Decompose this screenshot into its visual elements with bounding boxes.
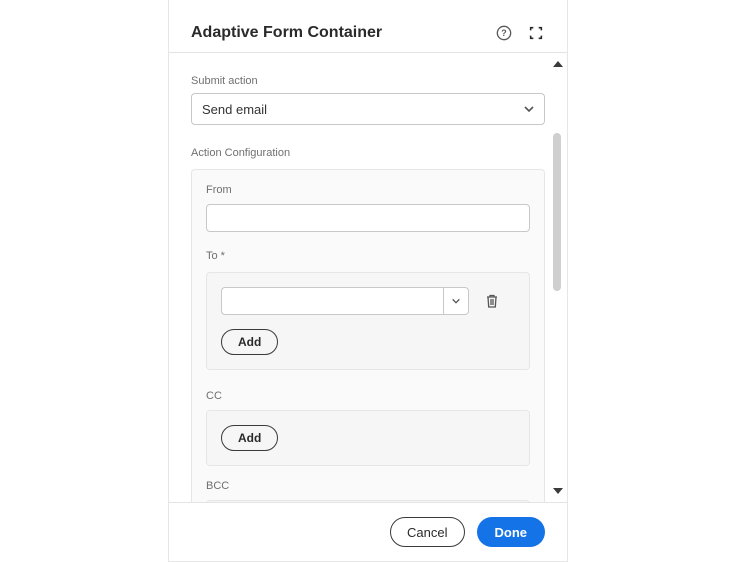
header-actions: ? [495,24,545,42]
to-entries-box: Add [206,272,530,370]
done-button[interactable]: Done [477,517,546,547]
to-entry-row [221,287,515,315]
to-add-button[interactable]: Add [221,329,278,355]
from-input[interactable] [206,204,530,232]
bcc-block: BCC [206,480,530,502]
cancel-button[interactable]: Cancel [390,517,464,547]
submit-action-label: Submit action [191,75,545,87]
svg-text:?: ? [501,28,506,38]
action-configuration-label: Action Configuration [191,147,545,159]
chevron-down-icon[interactable] [514,103,544,115]
to-chevron-down-icon[interactable] [443,287,469,315]
dialog-header: Adaptive Form Container ? [169,0,567,53]
action-configuration-panel: From To * [191,169,545,502]
cc-add-button[interactable]: Add [221,425,278,451]
dialog-title: Adaptive Form Container [191,24,382,42]
dialog-body: Submit action Send email Action Configur… [169,53,567,502]
submit-action-value: Send email [192,102,514,117]
scroll-content: Submit action Send email Action Configur… [169,53,567,502]
to-label: To * [206,250,530,262]
from-label: From [206,184,530,196]
to-combobox[interactable] [221,287,469,315]
bcc-label: BCC [206,480,530,492]
fullscreen-icon[interactable] [527,24,545,42]
help-icon[interactable]: ? [495,24,513,42]
bcc-entries-box [206,500,530,502]
to-block: To * [206,250,530,370]
dialog-footer: Cancel Done [169,502,567,561]
cc-label: CC [206,390,530,402]
delete-icon[interactable] [483,292,501,310]
to-input[interactable] [221,287,443,315]
submit-action-select[interactable]: Send email [191,93,545,125]
cc-entries-box: Add [206,410,530,466]
dialog-container: Adaptive Form Container ? Submit action … [168,0,568,562]
